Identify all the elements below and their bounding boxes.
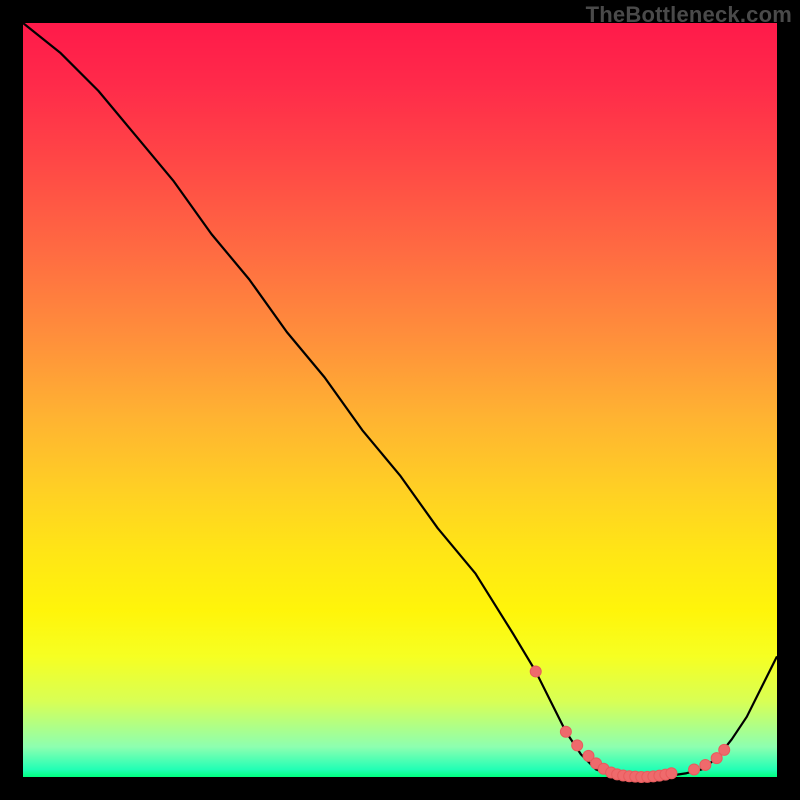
chart-frame: TheBottleneck.com [0, 0, 800, 800]
marker-dot [666, 768, 677, 779]
marker-dot [572, 740, 583, 751]
marker-dot [530, 666, 541, 677]
chart-svg [23, 23, 777, 777]
marker-dot [700, 759, 711, 770]
chart-plot-area [23, 23, 777, 777]
marker-dot [689, 764, 700, 775]
marker-dot [719, 744, 730, 755]
marker-dot [560, 726, 571, 737]
watermark-label: TheBottleneck.com [586, 2, 792, 28]
bottleneck-curve [23, 23, 777, 777]
highlight-markers [530, 666, 730, 783]
